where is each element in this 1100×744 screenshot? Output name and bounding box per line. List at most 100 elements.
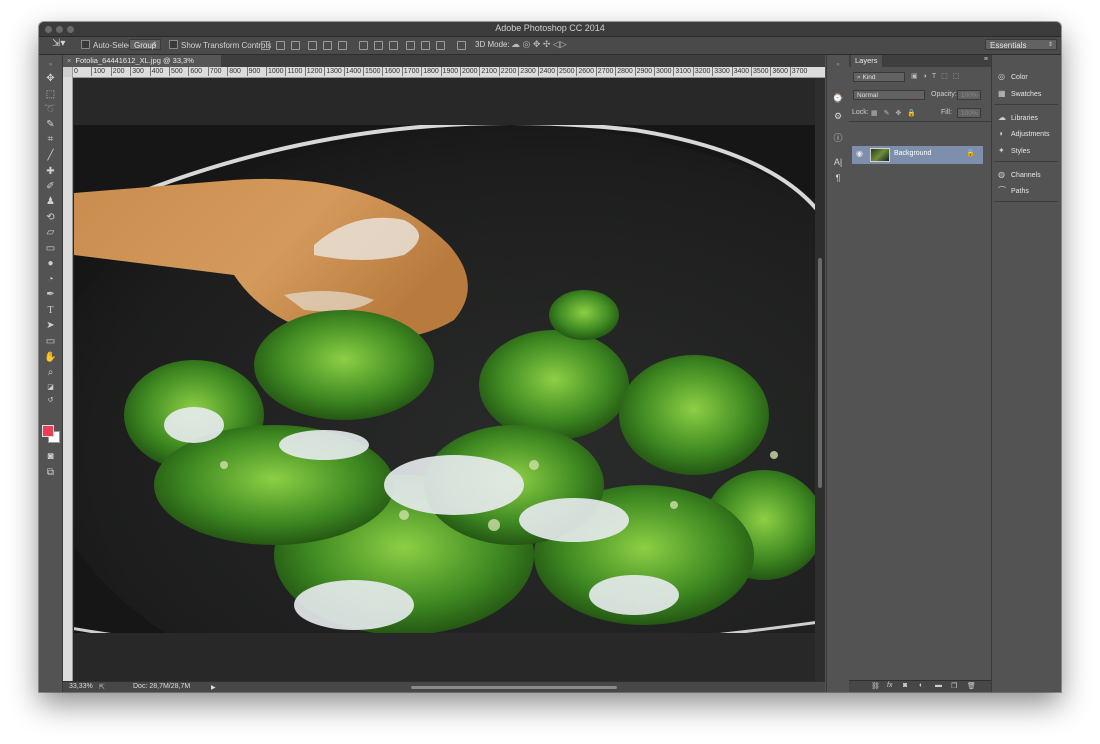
- move-tool-preset-icon[interactable]: ⇲▾: [52, 38, 65, 49]
- panel-item-label: Adjustments: [1011, 131, 1050, 138]
- horizontal-scroll-thumb[interactable]: [411, 686, 617, 689]
- fill-field[interactable]: 100%: [957, 108, 981, 118]
- distribute-center-icon[interactable]: [374, 41, 383, 50]
- blur-tool-icon[interactable]: ●: [44, 257, 57, 270]
- zoom-level[interactable]: 33,33%: [69, 683, 93, 690]
- distribute-hcenter-icon[interactable]: [421, 41, 430, 50]
- character-panel-icon[interactable]: A|: [832, 156, 844, 168]
- layer-row-background[interactable]: ◉ Background 🔒: [852, 146, 983, 164]
- collapse-dock-icon[interactable]: «: [832, 59, 844, 71]
- divider: [994, 201, 1058, 202]
- vertical-scroll-thumb[interactable]: [818, 258, 822, 488]
- panel-item-adjustments[interactable]: ◑ Adjustments: [998, 128, 1050, 140]
- properties-panel-icon[interactable]: ⚙: [832, 110, 844, 122]
- document-tab[interactable]: ×Fotolia_64441612_XL.jpg @ 33,3% (RGB/8): [63, 55, 221, 77]
- quick-mask-icon[interactable]: ◙: [44, 450, 57, 463]
- distribute-right-icon[interactable]: [436, 41, 445, 50]
- align-left-icon[interactable]: [308, 41, 317, 50]
- quick-selection-tool-icon[interactable]: ✎: [44, 118, 57, 131]
- panel-menu-icon[interactable]: ≡: [984, 56, 988, 63]
- distribute-top-icon[interactable]: [359, 41, 368, 50]
- swatches-grid-icon: ▦: [998, 89, 1006, 98]
- distribute-left-icon[interactable]: [406, 41, 415, 50]
- dropdown-arrow-icon: ⇕: [1047, 42, 1053, 48]
- fill-label: Fill:: [941, 109, 952, 116]
- panel-item-paths[interactable]: ⌒ Paths: [998, 185, 1029, 197]
- new-group-icon[interactable]: ▬: [935, 682, 942, 689]
- default-colors-icon[interactable]: ◪ ↺: [44, 381, 57, 404]
- close-tab-icon[interactable]: ×: [67, 56, 71, 65]
- horizontal-ruler[interactable]: 0 100 200 300 400 500 600 700 800 900 1000 1100 1200…: [72, 67, 825, 78]
- delete-layer-icon[interactable]: 🗑: [967, 682, 976, 690]
- opacity-field[interactable]: 100%: [957, 90, 981, 100]
- add-mask-icon[interactable]: ◙: [903, 682, 907, 689]
- channels-rgb-icon: ◍: [998, 170, 1005, 179]
- dodge-tool-icon[interactable]: ◔: [44, 273, 57, 286]
- vertical-scrollbar[interactable]: [815, 78, 825, 682]
- vertical-ruler[interactable]: [63, 67, 73, 682]
- link-layers-icon[interactable]: ⛓: [871, 682, 880, 690]
- workspace-dropdown[interactable]: Essentials ⇕: [985, 39, 1057, 50]
- eraser-tool-icon[interactable]: ▱: [44, 226, 57, 239]
- 3d-mode-label: 3D Mode:: [475, 40, 510, 49]
- paragraph-panel-icon[interactable]: ¶: [832, 172, 844, 184]
- align-horizontal-center-icon[interactable]: [323, 41, 332, 50]
- align-bottom-icon[interactable]: [291, 41, 300, 50]
- marquee-tool-icon[interactable]: ⬚: [44, 88, 57, 101]
- healing-brush-tool-icon[interactable]: ✚: [44, 165, 57, 178]
- adjustment-layer-icon[interactable]: ◐: [919, 682, 923, 689]
- path-selection-tool-icon[interactable]: ➤: [44, 319, 57, 332]
- panel-item-channels[interactable]: ◍ Channels: [998, 169, 1041, 181]
- fx-icon[interactable]: fx: [887, 682, 892, 689]
- filter-kind-dropdown[interactable]: ⌕ Kind: [853, 72, 905, 82]
- rectangle-tool-icon[interactable]: ▭: [44, 335, 57, 348]
- ruler-origin[interactable]: [63, 67, 72, 77]
- auto-align-layers-icon[interactable]: [457, 41, 466, 50]
- zoom-tool-icon[interactable]: ⌕: [44, 366, 57, 379]
- eyedropper-tool-icon[interactable]: ╱: [44, 149, 57, 162]
- blend-mode-dropdown[interactable]: Normal: [853, 90, 925, 100]
- ruler-tick-label: 3200: [692, 67, 711, 76]
- auto-select-dropdown[interactable]: Group ⇕: [129, 39, 161, 50]
- show-transform-checkbox[interactable]: [169, 40, 178, 49]
- panel-item-swatches[interactable]: ▦ Swatches: [998, 88, 1041, 100]
- eye-visibility-icon[interactable]: ◉: [856, 149, 863, 158]
- gradient-tool-icon[interactable]: ▭: [44, 242, 57, 255]
- ruler-tick-label: 3400: [731, 67, 750, 76]
- auto-select-checkbox[interactable]: [81, 40, 90, 49]
- collapse-tools-icon[interactable]: »: [44, 59, 57, 72]
- image-canvas[interactable]: [74, 125, 815, 633]
- 3d-mode-icons[interactable]: ☁ ◎ ✥ ✣ ◁▷: [511, 39, 567, 50]
- show-transform-option[interactable]: Show Transform Controls: [169, 40, 271, 50]
- hand-tool-icon[interactable]: ✋: [44, 351, 57, 364]
- share-icon[interactable]: ⇱: [99, 683, 105, 691]
- lock-icons[interactable]: ▦✎✥🔒: [871, 109, 922, 120]
- clone-stamp-tool-icon[interactable]: ♟: [44, 195, 57, 208]
- type-tool-icon[interactable]: T: [44, 304, 57, 317]
- screen-mode-icon[interactable]: ⧉: [44, 466, 57, 479]
- ruler-tick-label: 200: [110, 67, 125, 76]
- layer-filter-icons[interactable]: ▣◑T⬚⬚: [911, 72, 964, 83]
- brush-tool-icon[interactable]: ✐: [44, 180, 57, 193]
- info-panel-icon[interactable]: ⓘ: [832, 132, 844, 144]
- distribute-bottom-icon[interactable]: [389, 41, 398, 50]
- history-panel-icon[interactable]: ⌚: [832, 92, 844, 104]
- align-top-icon[interactable]: [261, 41, 270, 50]
- crop-tool-icon[interactable]: ⌗: [44, 133, 57, 146]
- pen-tool-icon[interactable]: ✒: [44, 288, 57, 301]
- align-right-icon[interactable]: [338, 41, 347, 50]
- new-layer-icon[interactable]: ❐: [951, 682, 957, 690]
- ruler-tick-label: 2000: [460, 67, 478, 76]
- lasso-tool-icon[interactable]: ➰: [44, 103, 57, 116]
- align-vertical-center-icon[interactable]: [276, 41, 285, 50]
- panel-item-styles[interactable]: ✦ Styles: [998, 145, 1030, 157]
- history-brush-tool-icon[interactable]: ⟲: [44, 211, 57, 224]
- layers-tab[interactable]: Layers: [851, 55, 882, 67]
- layer-name[interactable]: Background: [894, 150, 931, 157]
- foreground-color-swatch[interactable]: [42, 425, 54, 437]
- panel-item-libraries[interactable]: ☁ Libraries: [998, 112, 1038, 124]
- panel-item-label: Styles: [1011, 148, 1031, 155]
- status-menu-arrow-icon[interactable]: ▶: [211, 684, 216, 691]
- move-tool-icon[interactable]: ✥: [44, 72, 57, 85]
- panel-item-color[interactable]: ◎ Color: [998, 71, 1028, 83]
